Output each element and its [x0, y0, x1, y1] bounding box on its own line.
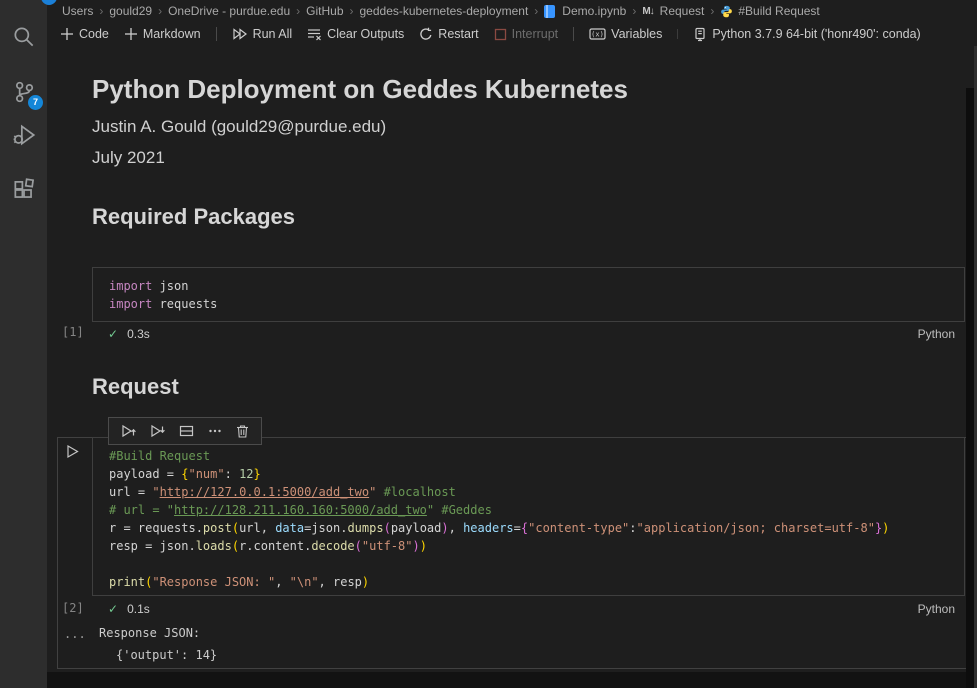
code-line — [109, 555, 964, 573]
chevron-right-icon: › — [709, 4, 715, 18]
chevron-right-icon: › — [157, 4, 163, 18]
cell-2-language[interactable]: Python — [918, 602, 955, 616]
code-line: import json — [109, 277, 964, 295]
code-cell-1-content[interactable]: import jsonimport requests — [93, 268, 964, 313]
cell-2-status-bar: ✓ 0.1s Python — [92, 597, 965, 620]
delete-cell-icon[interactable] — [236, 424, 249, 438]
code-line: payload = {"num": 12} — [109, 465, 964, 483]
code-line: resp = json.loads(r.content.decode("utf-… — [109, 537, 964, 555]
code-line: print("Response JSON: ", "\n", resp) — [109, 573, 964, 591]
code-line: r = requests.post(url, data=json.dumps(p… — [109, 519, 964, 537]
breadcrumb-item[interactable]: GitHub — [306, 4, 343, 18]
date-line: July 2021 — [92, 148, 165, 168]
variables-label: Variables — [611, 27, 662, 41]
restart-label: Restart — [438, 27, 478, 41]
success-check-icon: ✓ — [108, 327, 118, 341]
cell-1-language[interactable]: Python — [918, 327, 955, 341]
activity-bar: 7 — [0, 0, 47, 688]
cell-hover-toolbar — [108, 417, 262, 445]
output-text: {'output': 14} — [116, 648, 217, 662]
breadcrumb-section[interactable]: Request — [660, 4, 705, 18]
add-code-label: Code — [79, 27, 109, 41]
breadcrumb-item[interactable]: Users — [62, 4, 93, 18]
run-all-button[interactable]: Run All — [232, 27, 293, 41]
code-line: url = "http://127.0.0.1:5000/add_two" #l… — [109, 483, 964, 501]
breadcrumb-item[interactable]: OneDrive - purdue.edu — [168, 4, 290, 18]
chevron-right-icon: › — [533, 4, 539, 18]
source-control-icon[interactable]: 7 — [11, 79, 37, 105]
cell-1-status-bar: ✓ 0.3s Python — [92, 322, 965, 345]
interrupt-label: Interrupt — [512, 27, 559, 41]
chevron-right-icon: › — [631, 4, 637, 18]
add-code-button[interactable]: Code — [60, 27, 109, 41]
run-above-icon[interactable] — [121, 424, 136, 438]
split-cell-icon[interactable] — [179, 424, 194, 438]
add-markdown-label: Markdown — [143, 27, 201, 41]
breadcrumb-item[interactable]: gould29 — [109, 4, 152, 18]
clear-outputs-label: Clear Outputs — [327, 27, 404, 41]
run-below-icon[interactable] — [150, 424, 165, 438]
editor-right-gutter — [966, 88, 974, 688]
extensions-icon[interactable] — [11, 177, 37, 203]
notebook-title: Python Deployment on Geddes Kubernetes — [92, 74, 628, 105]
chevron-right-icon: › — [349, 4, 355, 18]
code-cell-1-editor[interactable]: import jsonimport requests — [92, 267, 965, 322]
notebook-bottom-gutter — [47, 672, 966, 688]
breadcrumb-item[interactable]: geddes-kubernetes-deployment — [360, 4, 529, 18]
author-line: Justin A. Gould (gould29@purdue.edu) — [92, 117, 386, 137]
run-cell-button[interactable] — [65, 444, 80, 459]
run-debug-icon[interactable] — [11, 122, 37, 148]
notebook-file-icon — [544, 5, 555, 18]
add-markdown-button[interactable]: Markdown — [124, 27, 201, 41]
source-control-badge: 7 — [28, 95, 43, 110]
interrupt-button: Interrupt — [494, 27, 559, 41]
kernel-label: Python 3.7.9 64-bit ('honr490': conda) — [712, 27, 920, 41]
breadcrumb-file[interactable]: Demo.ipynb — [562, 4, 626, 18]
clear-outputs-button[interactable]: Clear Outputs — [307, 27, 404, 41]
section-heading-packages: Required Packages — [92, 204, 295, 230]
chevron-right-icon: › — [295, 4, 301, 18]
code-cell-2-editor[interactable]: #Build Requestpayload = {"num": 12}url =… — [92, 437, 965, 596]
execution-count-2: [2] — [62, 601, 84, 615]
success-check-icon: ✓ — [108, 602, 118, 616]
cell-1-duration: 0.3s — [127, 327, 150, 341]
breadcrumb: Users › gould29 › OneDrive - purdue.edu › G… — [62, 0, 820, 22]
output-text: Response JSON: — [99, 626, 200, 640]
code-line: #Build Request — [109, 447, 964, 465]
divider — [677, 29, 678, 39]
run-all-label: Run All — [253, 27, 293, 41]
code-line: import requests — [109, 295, 964, 313]
code-cell-2-content[interactable]: #Build Requestpayload = {"num": 12}url =… — [93, 438, 964, 591]
kernel-picker-button[interactable]: Python 3.7.9 64-bit ('honr490': conda) — [693, 27, 920, 42]
code-line: # url = "http://128.211.160.160:5000/add… — [109, 501, 964, 519]
divider — [216, 27, 217, 41]
search-icon[interactable] — [11, 24, 37, 50]
more-actions-icon[interactable] — [208, 424, 222, 438]
output-collapse-marker[interactable]: ... — [64, 627, 86, 641]
variables-button[interactable]: (x) Variables — [589, 27, 662, 41]
notebook-toolbar: Code Markdown Run All Clear Outputs Rest… — [60, 22, 921, 46]
chevron-right-icon: › — [98, 4, 104, 18]
section-heading-request: Request — [92, 374, 179, 400]
cell-2-duration: 0.1s — [127, 602, 150, 616]
markdown-icon: M↓ — [642, 6, 653, 17]
execution-count-1: [1] — [62, 325, 84, 339]
breadcrumb-subsection[interactable]: #Build Request — [738, 4, 819, 18]
divider — [573, 27, 574, 41]
python-icon — [720, 5, 733, 18]
svg-text:(x): (x) — [591, 31, 604, 39]
restart-button[interactable]: Restart — [419, 27, 478, 41]
